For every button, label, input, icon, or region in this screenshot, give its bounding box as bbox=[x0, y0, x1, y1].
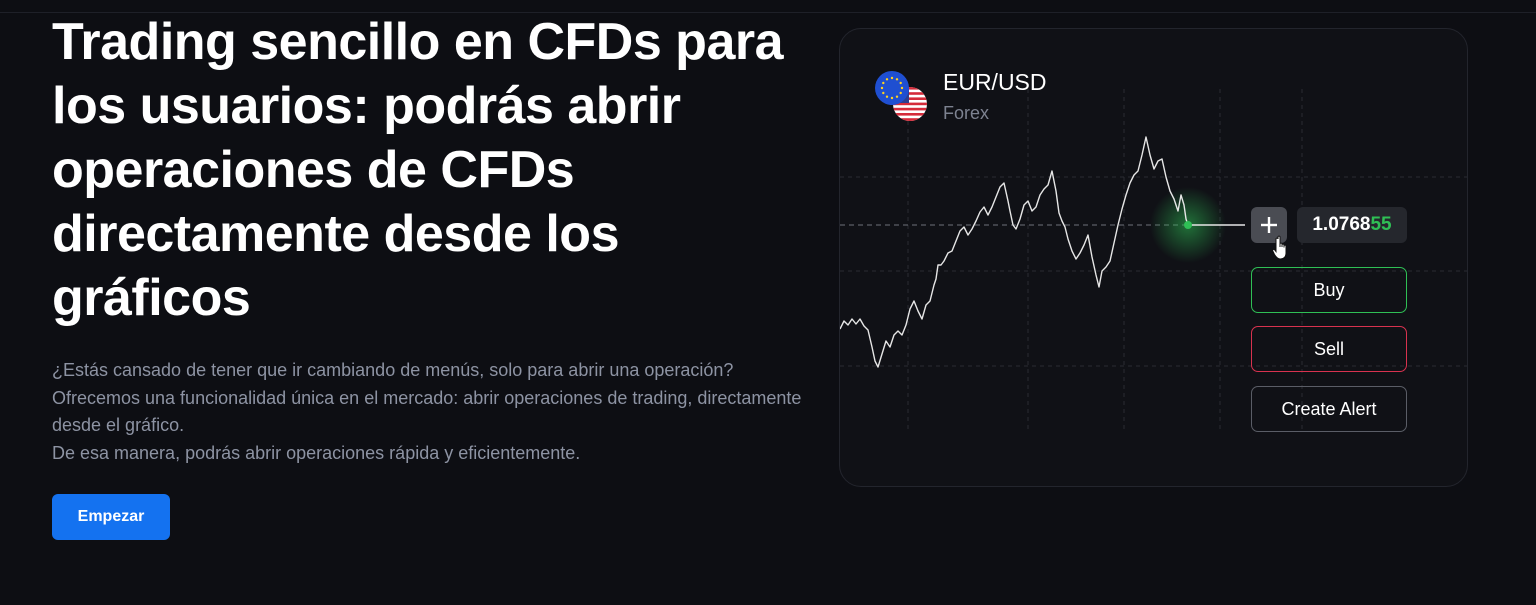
create-alert-button[interactable]: Create Alert bbox=[1251, 386, 1407, 432]
buy-button[interactable]: Buy bbox=[1251, 267, 1407, 313]
pair-name: EUR/USD bbox=[943, 69, 1047, 95]
hand-cursor-icon bbox=[1272, 235, 1287, 260]
price-highlight: 55 bbox=[1370, 214, 1392, 235]
price-current-dot bbox=[1184, 221, 1192, 229]
current-price-label: 1.0768 55 bbox=[1297, 207, 1407, 243]
plus-icon bbox=[1261, 217, 1277, 233]
sell-button[interactable]: Sell bbox=[1251, 326, 1407, 372]
eu-flag-icon bbox=[875, 71, 909, 105]
price-main: 1.0768 bbox=[1312, 214, 1371, 235]
hero-description-line: De esa manera, podrás abrir operaciones … bbox=[52, 442, 581, 463]
chart-grid bbox=[840, 89, 1467, 429]
pair-market: Forex bbox=[943, 103, 990, 123]
hero-description-line: ¿Estás cansado de tener que ir cambiando… bbox=[52, 360, 734, 380]
hero-description-line: Ofrecemos una funcionalidad única en el … bbox=[52, 387, 802, 436]
hero-description: ¿Estás cansado de tener que ir cambiando… bbox=[52, 357, 812, 467]
start-button[interactable]: Empezar bbox=[52, 494, 170, 540]
chart-card: EUR/USD Forex 1.0768 55 Buy Sell Create A… bbox=[839, 28, 1468, 487]
hero-title: Trading sencillo en CFDs para los usuari… bbox=[52, 13, 784, 327]
